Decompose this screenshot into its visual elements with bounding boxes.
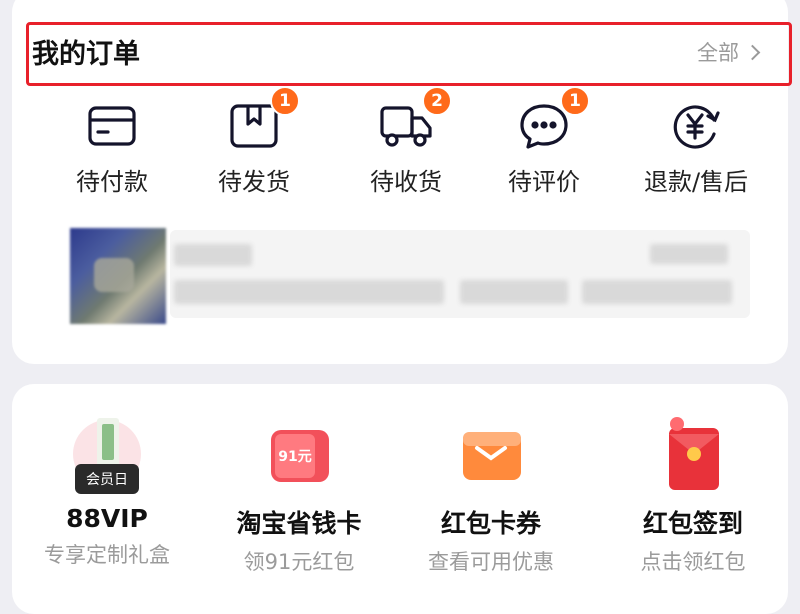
status-pending-receipt[interactable]: 2 待收货 bbox=[336, 86, 476, 197]
status-label: 退款/售后 bbox=[643, 168, 749, 196]
coupon-wallet-icon bbox=[449, 414, 533, 498]
view-all-orders-link[interactable]: 全部 bbox=[697, 37, 761, 67]
service-title: 淘宝省钱卡 bbox=[236, 509, 362, 538]
order-status-row: 待付款 1 待发货 2 待收货 1 待评价 退款/售后 bbox=[12, 86, 788, 208]
wallet-card-icon bbox=[84, 98, 140, 154]
view-all-label: 全部 bbox=[697, 41, 739, 65]
service-money-saving-card[interactable]: 91元 淘宝省钱卡 领91元红包 bbox=[204, 414, 394, 576]
status-badge: 1 bbox=[270, 86, 300, 116]
preview-blurred-content bbox=[170, 230, 750, 318]
status-pending-payment[interactable]: 待付款 bbox=[42, 98, 182, 197]
service-88vip[interactable]: 会员日 88VIP 专享定制礼盒 bbox=[12, 414, 202, 569]
orders-title: 我的订单 bbox=[32, 39, 140, 70]
status-label: 待发货 bbox=[218, 168, 290, 196]
service-subtitle: 点击领红包 bbox=[640, 550, 746, 574]
chevron-right-icon bbox=[744, 44, 761, 60]
service-red-envelope-checkin[interactable]: 红包签到 点击领红包 bbox=[598, 414, 788, 576]
status-pending-review[interactable]: 1 待评价 bbox=[474, 86, 614, 197]
status-badge: 1 bbox=[560, 86, 590, 116]
chat-bubble-icon: 1 bbox=[516, 86, 590, 154]
service-subtitle: 领91元红包 bbox=[243, 550, 355, 574]
status-label: 待付款 bbox=[76, 168, 148, 196]
vip-icon-text: 会员日 bbox=[86, 472, 128, 488]
service-subtitle: 专享定制礼盒 bbox=[44, 543, 170, 567]
card-icon-text: 91元 bbox=[278, 449, 312, 465]
vip-gift-box-icon: 会员日 bbox=[65, 414, 149, 498]
refund-yen-icon bbox=[668, 98, 724, 154]
orders-header[interactable] bbox=[26, 22, 792, 86]
logistics-preview[interactable] bbox=[60, 228, 760, 324]
service-title: 红包卡券 bbox=[440, 509, 541, 538]
money-saving-card-icon: 91元 bbox=[257, 414, 341, 498]
status-refund-aftersale[interactable]: 退款/售后 bbox=[626, 98, 766, 197]
status-pending-shipment[interactable]: 1 待发货 bbox=[184, 86, 324, 197]
red-envelope-icon bbox=[651, 414, 735, 498]
product-thumbnail bbox=[70, 228, 166, 324]
services-card: 会员日 88VIP 专享定制礼盒 91元 淘宝省钱卡 领91元红包 红包卡券 查… bbox=[12, 384, 788, 614]
delivery-truck-icon: 2 bbox=[378, 86, 452, 154]
status-label: 待收货 bbox=[370, 168, 442, 196]
package-box-icon: 1 bbox=[226, 86, 300, 154]
service-title: 88VIP bbox=[66, 504, 148, 533]
orders-card: 我的订单 全部 待付款 1 待发货 2 待收货 1 待评价 退款/售后 bbox=[12, 0, 792, 364]
service-subtitle: 查看可用优惠 bbox=[428, 550, 554, 574]
service-coupons[interactable]: 红包卡券 查看可用优惠 bbox=[396, 414, 586, 576]
status-label: 待评价 bbox=[508, 168, 580, 196]
service-title: 红包签到 bbox=[642, 509, 743, 538]
status-badge: 2 bbox=[422, 86, 452, 116]
